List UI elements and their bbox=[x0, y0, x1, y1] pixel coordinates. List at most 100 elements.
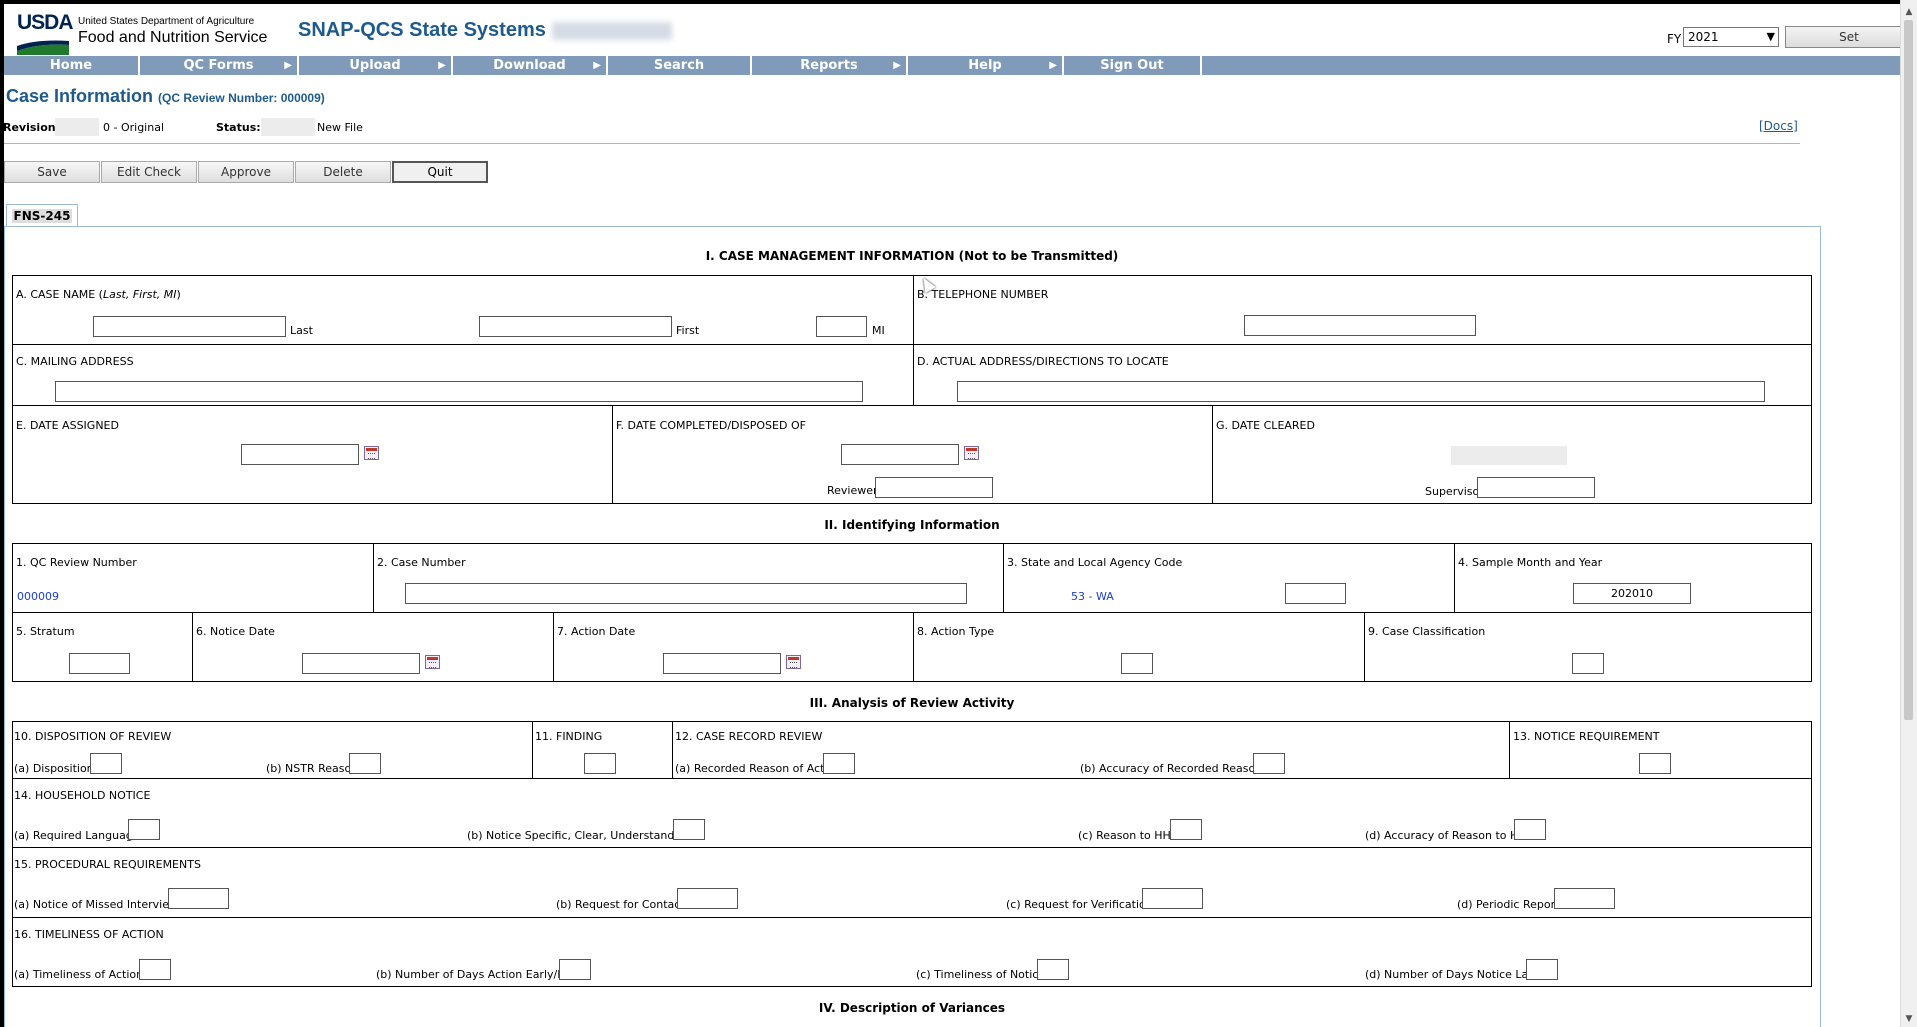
quit-button[interactable]: Quit bbox=[392, 161, 488, 183]
agency-code-input[interactable] bbox=[1285, 583, 1346, 604]
reviewer-input[interactable] bbox=[875, 477, 993, 498]
qc-review-number-label: 1. QC Review Number bbox=[16, 556, 137, 569]
last-label: Last bbox=[290, 324, 313, 337]
missed-interview-input[interactable] bbox=[168, 888, 229, 909]
state-name-redacted bbox=[551, 21, 672, 40]
page-title: Case Information (QC Review Number: 0000… bbox=[6, 86, 325, 106]
last-name-input[interactable] bbox=[93, 316, 286, 337]
nav-search[interactable]: Search bbox=[608, 56, 752, 75]
periodic-report-input[interactable] bbox=[1554, 888, 1615, 909]
timeliness-title: 16. TIMELINESS OF ACTION bbox=[14, 928, 164, 941]
chevron-down-icon: ▼ bbox=[1766, 30, 1775, 43]
first-name-input[interactable] bbox=[479, 316, 672, 337]
delete-button[interactable]: Delete bbox=[295, 161, 391, 183]
nav-download[interactable]: Download ▶ bbox=[453, 56, 608, 75]
sample-month-cell: 4. Sample Month and Year 202010 bbox=[1455, 544, 1811, 613]
calendar-icon[interactable] bbox=[964, 446, 979, 460]
notice-date-cell: 6. Notice Date bbox=[193, 613, 554, 681]
stratum-input[interactable] bbox=[69, 653, 130, 674]
nav-qc-forms[interactable]: QC Forms ▶ bbox=[140, 56, 299, 75]
disposition-input[interactable] bbox=[90, 753, 122, 774]
actual-address-input[interactable] bbox=[957, 381, 1765, 402]
nav-reports[interactable]: Reports ▶ bbox=[752, 56, 908, 75]
stratum-label: 5. Stratum bbox=[16, 625, 75, 638]
case-record-cell: 12. CASE RECORD REVIEW (a) Recorded Reas… bbox=[673, 722, 1510, 779]
reason-to-hh-input[interactable] bbox=[1170, 819, 1202, 840]
calendar-icon[interactable] bbox=[786, 655, 801, 669]
notice-date-input[interactable] bbox=[302, 653, 420, 674]
docs-link[interactable]: [Docs] bbox=[1759, 119, 1798, 133]
case-number-input[interactable] bbox=[405, 583, 967, 604]
sample-month-input[interactable]: 202010 bbox=[1573, 583, 1691, 604]
nav-help[interactable]: Help ▶ bbox=[908, 56, 1064, 75]
review-activity-grid: 10. DISPOSITION OF REVIEW (a) Dispositio… bbox=[12, 721, 1812, 987]
qc-review-number-value: 000009 bbox=[17, 590, 59, 603]
reviewer-label: Reviewer bbox=[827, 484, 878, 497]
tab-fns-245[interactable]: FNS-245 bbox=[6, 204, 78, 226]
request-contact-input[interactable] bbox=[677, 888, 738, 909]
timeliness-cell: 16. TIMELINESS OF ACTION (a) Timeliness … bbox=[13, 918, 1811, 986]
date-assigned-cell: E. DATE ASSIGNED bbox=[13, 406, 613, 503]
calendar-icon[interactable] bbox=[425, 655, 440, 669]
vertical-scrollbar[interactable]: ▲ ▼ bbox=[1900, 0, 1917, 1027]
timeliness-notice-input[interactable] bbox=[1037, 959, 1069, 980]
timeliness-action-input[interactable] bbox=[139, 959, 171, 980]
notice-date-label: 6. Notice Date bbox=[196, 625, 275, 638]
notice-requirement-input[interactable] bbox=[1639, 753, 1671, 774]
household-notice-title: 14. HOUSEHOLD NOTICE bbox=[14, 789, 151, 802]
app-title: SNAP-QCS State Systems bbox=[298, 19, 672, 42]
telephone-input[interactable] bbox=[1244, 315, 1476, 336]
action-date-input[interactable] bbox=[663, 653, 781, 674]
date-completed-cell: F. DATE COMPLETED/DISPOSED OF Reviewer bbox=[613, 406, 1213, 503]
case-management-grid: A. CASE NAME (Last, First, MI) Last Firs… bbox=[12, 275, 1812, 504]
nav-upload[interactable]: Upload ▶ bbox=[299, 56, 453, 75]
request-verification-input[interactable] bbox=[1142, 888, 1203, 909]
status-label: Status: bbox=[216, 121, 261, 134]
days-notice-late-input[interactable] bbox=[1526, 959, 1558, 980]
telephone-label: B. TELEPHONE NUMBER bbox=[917, 288, 1049, 301]
set-button[interactable]: Set bbox=[1785, 26, 1913, 48]
required-language-input[interactable] bbox=[128, 819, 160, 840]
mailing-address-label: C. MAILING ADDRESS bbox=[16, 355, 134, 368]
stratum-cell: 5. Stratum bbox=[13, 613, 193, 681]
approve-button[interactable]: Approve bbox=[198, 161, 294, 183]
case-number-label: 2. Case Number bbox=[377, 556, 466, 569]
request-verification-label: (c) Request for Verification bbox=[1006, 898, 1153, 911]
first-label: First bbox=[676, 324, 700, 337]
caret-right-icon: ▶ bbox=[438, 60, 446, 71]
date-assigned-input[interactable] bbox=[241, 444, 359, 465]
scroll-down-icon[interactable]: ▼ bbox=[1901, 1011, 1917, 1027]
edit-check-button[interactable]: Edit Check bbox=[101, 161, 197, 183]
calendar-icon[interactable] bbox=[364, 446, 379, 460]
notice-requirement-cell: 13. NOTICE REQUIREMENT bbox=[1510, 722, 1811, 779]
caret-right-icon: ▶ bbox=[1049, 60, 1057, 71]
nav-sign-out[interactable]: Sign Out bbox=[1064, 56, 1202, 75]
supervisor-input[interactable] bbox=[1477, 477, 1595, 498]
mailing-address-input[interactable] bbox=[55, 381, 863, 402]
action-type-cell: 8. Action Type bbox=[914, 613, 1365, 681]
section-4-title: IV. Description of Variances bbox=[818, 1001, 1006, 1015]
scrollbar-thumb[interactable] bbox=[1904, 20, 1913, 720]
identifying-information-grid: 1. QC Review Number 000009 2. Case Numbe… bbox=[12, 543, 1812, 682]
fy-select[interactable]: 2021 ▼ bbox=[1683, 27, 1779, 47]
divider bbox=[4, 143, 1800, 144]
disposition-title: 10. DISPOSITION OF REVIEW bbox=[14, 730, 172, 743]
request-contact-label: (b) Request for Contact bbox=[556, 898, 685, 911]
save-button[interactable]: Save bbox=[4, 161, 100, 183]
accuracy-reason-input[interactable] bbox=[1514, 819, 1546, 840]
accuracy-recorded-input[interactable] bbox=[1253, 753, 1285, 774]
finding-input[interactable] bbox=[584, 753, 616, 774]
scroll-up-icon[interactable]: ▲ bbox=[1901, 4, 1917, 20]
days-early-late-input[interactable] bbox=[559, 959, 591, 980]
nav-home[interactable]: Home bbox=[4, 56, 140, 75]
mi-input[interactable] bbox=[816, 316, 867, 337]
agency-code-cell: 3. State and Local Agency Code 53 - WA bbox=[1004, 544, 1455, 613]
date-completed-input[interactable] bbox=[841, 444, 959, 465]
timeliness-notice-label: (c) Timeliness of Notice bbox=[916, 968, 1046, 981]
case-classification-input[interactable] bbox=[1572, 653, 1604, 674]
recorded-reason-input[interactable] bbox=[823, 753, 855, 774]
notice-specific-input[interactable] bbox=[673, 819, 705, 840]
action-type-input[interactable] bbox=[1121, 653, 1153, 674]
main-nav: Home QC Forms ▶ Upload ▶ Download ▶ Search … bbox=[4, 56, 1917, 75]
nstr-reason-input[interactable] bbox=[349, 753, 381, 774]
